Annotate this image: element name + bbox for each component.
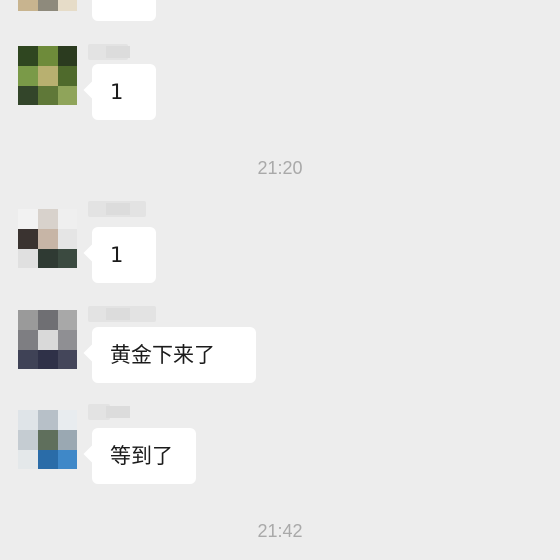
message-bubble[interactable]: 1	[92, 64, 156, 120]
message-bubble[interactable]: 1	[92, 227, 156, 283]
timestamp: 21:42	[257, 521, 303, 541]
avatar[interactable]	[18, 46, 77, 105]
sender-name-blurred	[88, 44, 130, 60]
message-bubble[interactable]: 黄金下来了	[92, 327, 256, 383]
message-text: 等到了	[110, 444, 173, 468]
sender-name-blurred	[88, 306, 156, 322]
message-bubble[interactable]: 等到了	[92, 428, 196, 484]
avatar[interactable]	[18, 209, 77, 268]
message-text: 1	[110, 80, 124, 104]
message-text: 黄金下来了	[110, 343, 215, 367]
message-text: 1	[110, 243, 124, 267]
avatar[interactable]	[18, 0, 77, 11]
message-bubble[interactable]	[92, 0, 156, 21]
avatar[interactable]	[18, 410, 77, 469]
avatar[interactable]	[18, 310, 77, 369]
sender-name-blurred	[88, 404, 130, 420]
sender-name-blurred	[88, 201, 146, 217]
timestamp: 21:20	[257, 158, 303, 178]
